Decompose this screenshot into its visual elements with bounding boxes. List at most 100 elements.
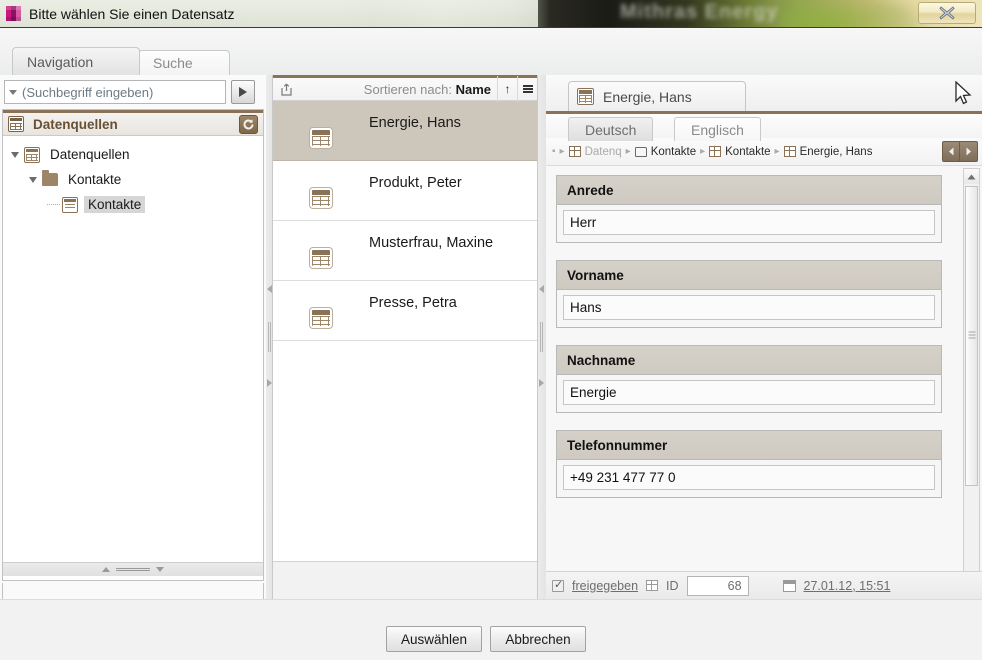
tree-body: Datenquellen Kontakte Kontakte — [3, 136, 263, 576]
tree-node-label: Datenquellen — [50, 147, 130, 162]
right-vertical-splitter[interactable] — [538, 75, 546, 599]
chevron-down-icon[interactable] — [27, 173, 40, 186]
breadcrumb-label: Datenq — [584, 145, 622, 158]
breadcrumb-nav — [942, 141, 978, 162]
select-button[interactable]: Auswählen — [386, 626, 482, 652]
refresh-icon — [243, 118, 254, 129]
tree-header: Datenquellen — [3, 110, 263, 136]
breadcrumb-item-kontakte-folder[interactable]: Kontakte — [634, 145, 697, 158]
id-value-input[interactable]: 68 — [686, 575, 749, 596]
id-label: ID — [666, 578, 679, 593]
record-list-panel: Sortieren nach: Name ↑ Energie, Hans Pro… — [272, 75, 538, 599]
detail-vertical-scrollbar[interactable] — [963, 168, 980, 596]
list-item-label: Musterfrau, Maxine — [369, 234, 494, 251]
table-icon — [24, 146, 40, 163]
list-menu-button[interactable] — [517, 76, 537, 102]
released-label[interactable]: freigegeben — [572, 579, 638, 593]
chevron-right-icon[interactable] — [539, 378, 544, 387]
breadcrumb-item-kontakte-table[interactable]: Kontakte — [709, 145, 771, 158]
record-form: Anrede Herr Vorname Hans Nachname Energi… — [546, 166, 965, 505]
splitter-grip — [116, 567, 150, 572]
list-item-label: Presse, Petra — [369, 294, 457, 311]
released-checkbox[interactable] — [552, 578, 564, 592]
field-anrede: Anrede Herr — [556, 175, 942, 243]
export-icon[interactable] — [273, 83, 299, 96]
field-input-anrede[interactable]: Herr — [563, 210, 935, 235]
refresh-button[interactable] — [239, 114, 258, 134]
field-label: Anrede — [557, 176, 941, 205]
dialog-footer: Auswählen Abbrechen — [0, 599, 982, 660]
sort-direction-button[interactable]: ↑ — [497, 76, 517, 102]
pointer-cursor-icon — [955, 81, 972, 105]
tree-node-datenquellen[interactable]: Datenquellen — [3, 142, 263, 167]
play-icon — [239, 87, 247, 97]
breadcrumb-back-button[interactable] — [942, 141, 960, 162]
cancel-button[interactable]: Abbrechen — [490, 626, 586, 652]
field-label: Telefonnummer — [557, 431, 941, 460]
breadcrumb-item-record[interactable]: Energie, Hans — [783, 145, 873, 158]
field-label: Nachname — [557, 346, 941, 375]
dialog-title-bar: Bitte wählen Sie einen Datensatz — [0, 0, 538, 27]
list-item[interactable]: Musterfrau, Maxine — [273, 221, 537, 281]
tab-bar: Navigation Suche — [0, 28, 982, 75]
screen: Mithras Energy Bitte wählen Sie einen Da… — [0, 0, 982, 660]
tab-englisch[interactable]: Englisch — [674, 117, 761, 141]
document-icon — [62, 196, 78, 213]
collapse-down-icon[interactable] — [156, 567, 164, 572]
breadcrumb-label: Kontakte — [650, 145, 697, 158]
menu-icon — [522, 84, 533, 94]
breadcrumb-label: Kontakte — [725, 145, 771, 158]
breadcrumb: ▪ ▸ Datenq ▸ Kontakte ▸ Kontakte ▸ Energ… — [546, 138, 982, 166]
thumb-grip — [968, 331, 975, 341]
breadcrumb-forward-button[interactable] — [960, 141, 978, 162]
collapse-up-icon[interactable] — [102, 567, 110, 572]
tree-node-kontakte-folder[interactable]: Kontakte — [3, 167, 263, 192]
search-submit-button[interactable] — [231, 80, 255, 104]
tree-header-title: Datenquellen — [33, 116, 118, 132]
scrollbar-track[interactable] — [964, 184, 979, 580]
breadcrumb-label: Energie, Hans — [799, 145, 873, 158]
table-icon — [568, 146, 581, 157]
tab-suche[interactable]: Suche — [138, 50, 230, 75]
field-input-nachname[interactable]: Energie — [563, 380, 935, 405]
breadcrumb-separator: ▸ — [774, 146, 780, 157]
chevron-down-icon[interactable] — [9, 148, 22, 161]
timestamp-label[interactable]: 27.01.12, 15:51 — [804, 579, 891, 593]
list-item[interactable]: Produkt, Peter — [273, 161, 537, 221]
sort-label[interactable]: Sortieren nach: Name — [299, 82, 497, 97]
record-icon — [783, 146, 796, 157]
scroll-up-button[interactable] — [964, 169, 979, 184]
chevron-down-icon[interactable] — [9, 89, 17, 95]
record-tab-label: Energie, Hans — [603, 88, 692, 105]
chevron-right-icon — [966, 147, 971, 156]
tree-horizontal-splitter[interactable] — [3, 562, 263, 576]
table-icon — [646, 580, 659, 591]
breadcrumb-item-datenquellen[interactable]: Datenq — [568, 145, 622, 158]
field-input-telefonnummer[interactable]: +49 231 477 77 0 — [563, 465, 935, 490]
dialog-title: Bitte wählen Sie einen Datensatz — [29, 5, 235, 22]
record-icon — [310, 247, 332, 268]
language-tab-strip: Deutsch Englisch — [546, 111, 982, 141]
tree-node-label: Kontakte — [68, 172, 122, 187]
tab-deutsch[interactable]: Deutsch — [568, 117, 654, 141]
list-item[interactable]: Presse, Petra — [273, 281, 537, 341]
tab-navigation[interactable]: Navigation — [12, 47, 140, 75]
record-icon — [310, 127, 332, 148]
table-icon — [709, 146, 722, 157]
list-item-label: Energie, Hans — [369, 114, 461, 131]
table-icon — [8, 116, 24, 132]
record-tab[interactable]: Energie, Hans — [568, 81, 746, 111]
chevron-left-icon — [948, 147, 953, 156]
scrollbar-thumb[interactable] — [965, 186, 978, 486]
chevron-left-icon[interactable] — [539, 284, 544, 293]
breadcrumb-root-icon: ▪ — [552, 146, 556, 157]
field-input-vorname[interactable]: Hans — [563, 295, 935, 320]
field-nachname: Nachname Energie — [556, 345, 942, 413]
record-list-footer — [273, 561, 537, 599]
list-item[interactable]: Energie, Hans — [273, 101, 537, 161]
field-telefonnummer: Telefonnummer +49 231 477 77 0 — [556, 430, 942, 498]
tree-node-kontakte-table[interactable]: Kontakte — [3, 192, 263, 217]
app-icon — [6, 6, 21, 21]
record-icon — [310, 187, 332, 208]
search-input[interactable]: (Suchbegriff eingeben) — [4, 80, 226, 104]
